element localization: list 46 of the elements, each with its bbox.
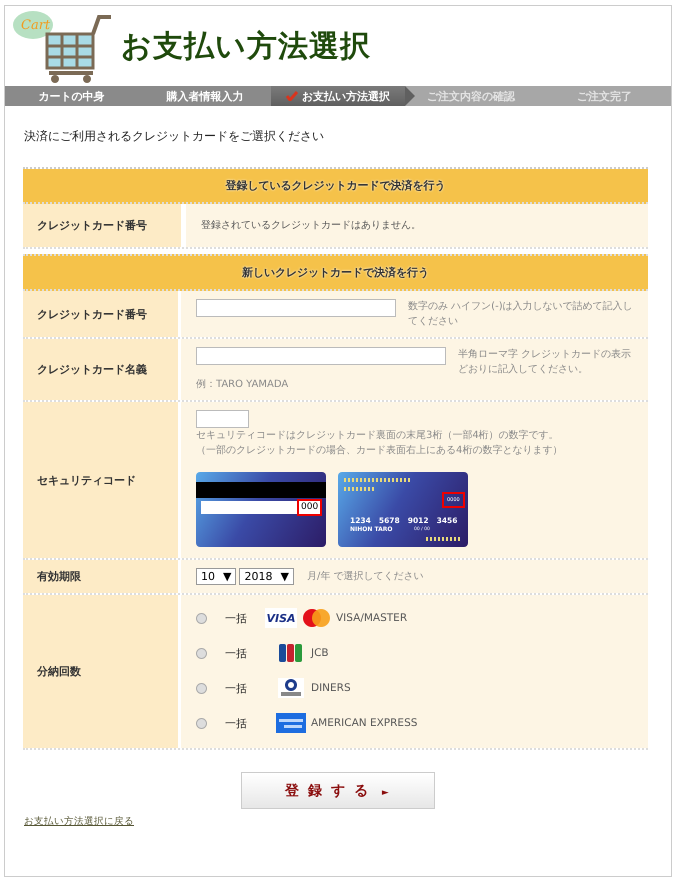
brand-label: VISA/MASTER [336,610,408,626]
text-field[interactable] [196,347,446,365]
hint-text: 月/年 で選択してください [306,571,424,582]
register-button[interactable]: 登 録 す る ► [241,772,435,809]
step-item: 購入者情報入力 [138,86,272,106]
field-label: クレジットカード番号 [23,291,178,337]
step-item: カートの中身 [5,86,138,106]
message-text: 登録されているクレジットカードはありません。 [186,204,648,247]
section-heading: 登録しているクレジットカードで決済を行う [23,169,648,204]
month-select[interactable]: 10 ▼ [196,568,236,585]
security-code-field[interactable] [196,410,249,428]
check-icon [286,91,298,101]
field-label: クレジットカード番号 [23,204,181,247]
hint-text: （一部のクレジットカードの場合、カード表面右上にある4桁の数字となります） [196,444,564,458]
visa-logo: VISA [265,608,297,628]
radio-button[interactable] [196,648,207,658]
brand-label: JCB [311,646,329,660]
plan-label: 一括 [225,646,248,660]
radio-button[interactable] [196,612,207,624]
plan-label: 一括 [225,610,248,626]
plan-label: 一括 [225,680,248,696]
brand-label: DINERS [311,680,351,696]
striped-card-logo [275,713,307,733]
round-emblem-logo [275,678,307,698]
page-title: お支払い方法選択 [121,28,371,66]
instruction-text: 決済にご利用されるクレジットカードをご選択ください [24,128,325,145]
radio-button[interactable] [196,718,207,728]
example-text: 例：TARO YAMADA [196,378,290,392]
plan-label: 一括 [225,716,248,730]
security-code-text: 000 [297,499,322,516]
hint-text: 半角ローマ字 クレジットカードの表示どおりに記入してください。 [458,348,632,377]
year-select[interactable]: 2018 ▼ [239,568,294,585]
radio-button[interactable] [196,682,207,694]
back-link[interactable]: お支払い方法選択に戻る [24,815,134,828]
shopping-cart-logo: Cart [11,7,113,85]
hint-text: 数字のみ ハイフン(-)は入力しないで詰めて記入してください [408,300,634,329]
field-label: クレジットカード名義 [23,339,178,400]
step-arrow-icon [404,86,415,106]
overlapping-circles-logo [300,608,332,628]
field-label: 分納回数 [23,595,178,748]
text-field[interactable] [196,299,396,317]
hint-text: セキュリティコードはクレジットカード裏面の末尾3桁（一部4桁）の数字です。 [196,428,560,443]
field-label: 有効期限 [23,560,178,593]
section-heading: 新しいクレジットカードで決済を行う [23,254,648,291]
field-label: セキュリティコード [23,402,178,558]
brand-label: AMERICAN EXPRESS [311,716,418,730]
